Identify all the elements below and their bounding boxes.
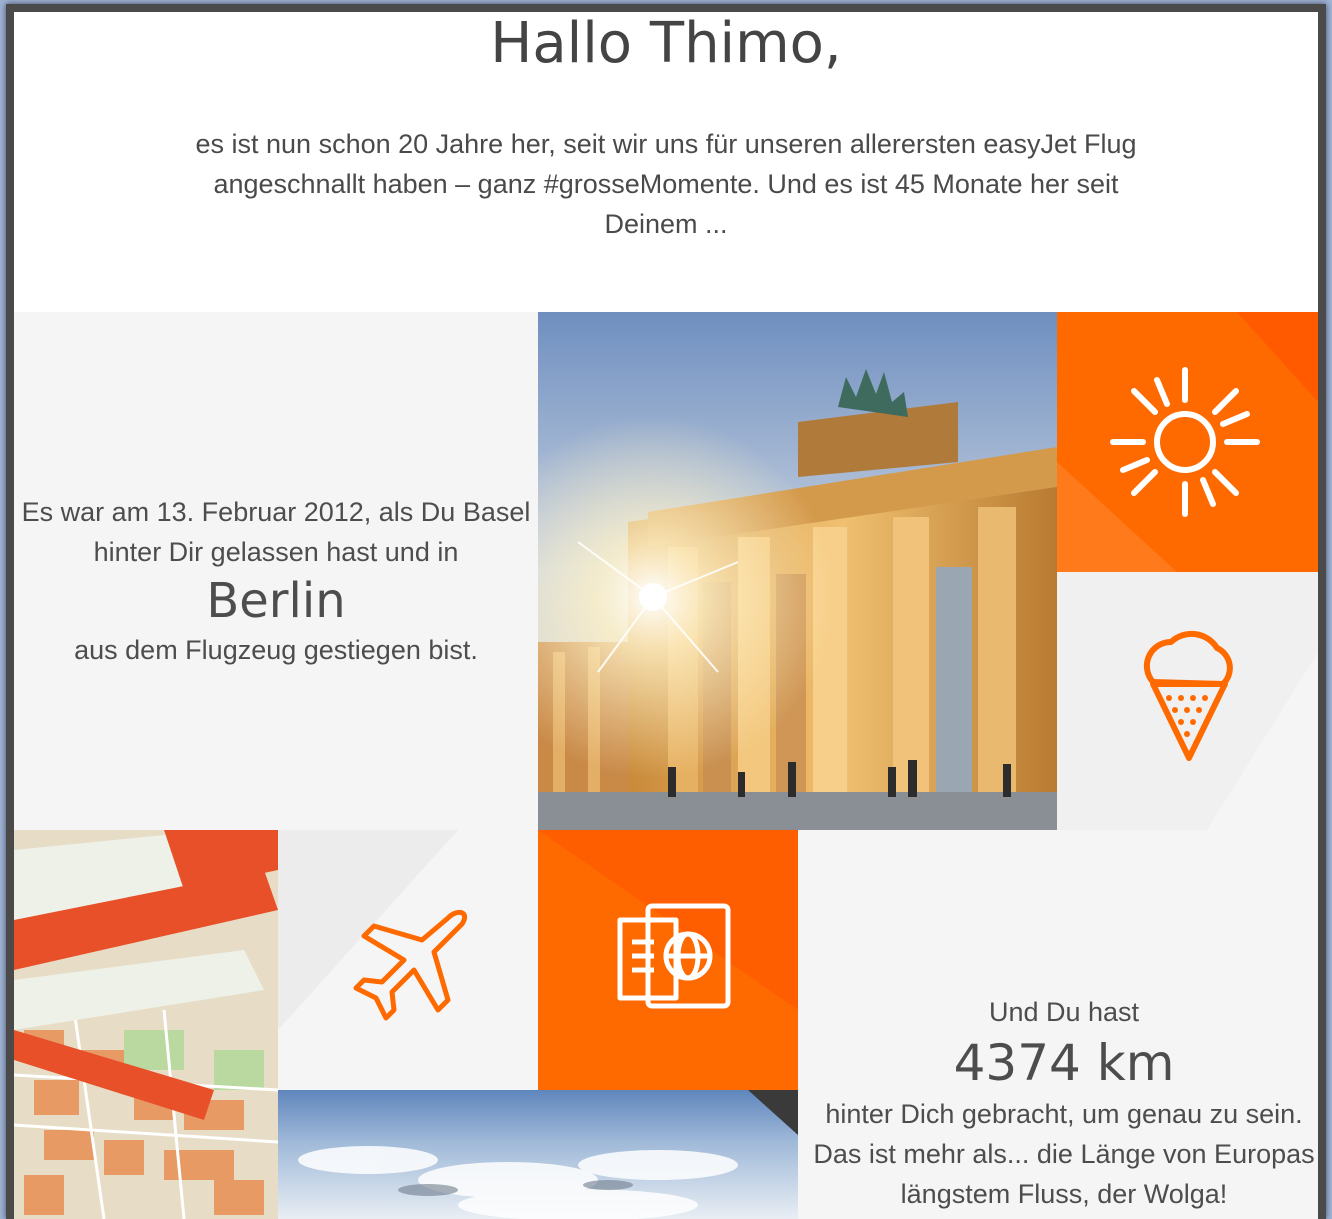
tickets-map-photo [14, 830, 278, 1219]
city-photo [538, 312, 1057, 830]
airplane-icon [278, 830, 468, 1030]
distance-value: 4374 km [953, 1034, 1175, 1092]
sun-tile [1057, 312, 1318, 572]
sun-icon [1057, 312, 1318, 572]
distance-line-after: hinter Dich gebracht, um genau zu sein. … [813, 1099, 1315, 1209]
distance-line-before: Und Du hast [988, 997, 1140, 1027]
ice-cream-icon [1057, 572, 1318, 830]
distance-text: Und Du hast 4374 km hinter Dich gebracht… [810, 992, 1318, 1214]
destination-city: Berlin [206, 573, 346, 629]
airplane-tile [278, 830, 538, 1090]
passport-icon [538, 830, 798, 1010]
aerial-photo [278, 1090, 798, 1219]
story-line-before: Es war am 13. Februar 2012, als Du Basel… [21, 497, 531, 567]
intro-paragraph: es ist nun schon 20 Jahre her, seit wir … [195, 129, 1137, 239]
greeting-heading: Hallo Thimo, [490, 12, 842, 76]
passport-tile [538, 830, 798, 1090]
ice-cream-tile [1057, 572, 1318, 830]
email-body: Hallo Thimo, es ist nun schon 20 Jahre h… [14, 12, 1318, 1219]
story-line-after: aus dem Flugzeug gestiegen bist. [74, 635, 478, 665]
story-text: Es war am 13. Februar 2012, als Du Basel… [14, 492, 538, 670]
